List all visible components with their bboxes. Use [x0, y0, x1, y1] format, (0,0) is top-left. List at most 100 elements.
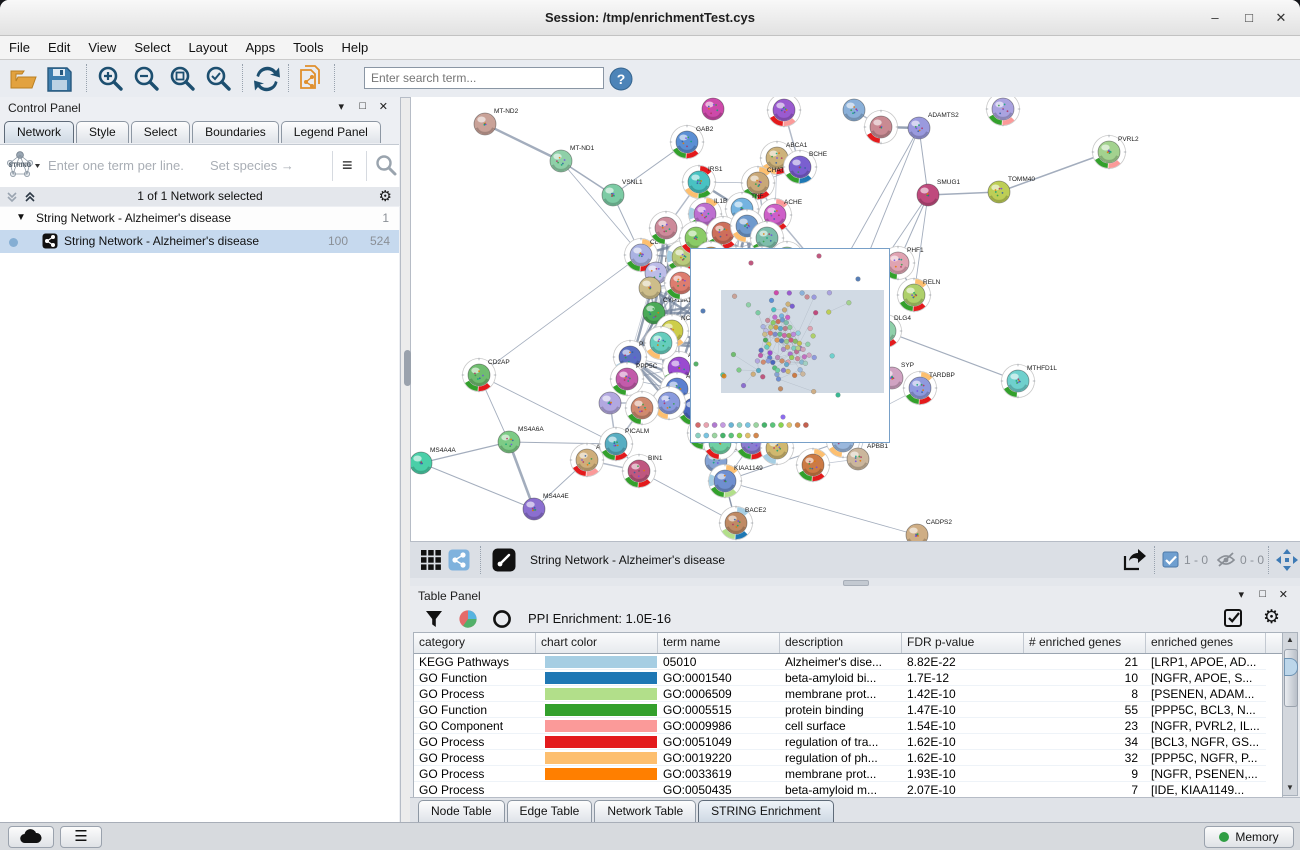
tab-network-table[interactable]: Network Table: [594, 800, 696, 822]
zoom-selected-icon[interactable]: [204, 64, 234, 94]
panel-close-icon[interactable]: ✕: [1279, 588, 1288, 601]
string-options-icon[interactable]: ≡: [342, 155, 353, 176]
network-from-file-icon[interactable]: [296, 64, 326, 94]
network-node[interactable]: [702, 98, 724, 120]
menu-item-help[interactable]: Help: [333, 36, 378, 59]
network-node[interactable]: [986, 97, 1021, 126]
column-header-category[interactable]: category: [414, 633, 536, 653]
network-node[interactable]: [767, 97, 802, 127]
network-node[interactable]: VSNL1: [602, 179, 643, 206]
panel-menu-icon[interactable]: ▾: [338, 100, 344, 113]
panel-close-icon[interactable]: ✕: [379, 100, 388, 113]
filter-icon[interactable]: [424, 609, 444, 629]
network-node[interactable]: [843, 99, 865, 121]
network-collection-row[interactable]: ▼ String Network - Alzheimer's disease 1: [0, 207, 399, 231]
scroll-down-arrow[interactable]: ▼: [1283, 781, 1297, 795]
network-node[interactable]: SMUG1: [917, 179, 961, 206]
menu-item-edit[interactable]: Edit: [39, 36, 79, 59]
network-node[interactable]: MT-ND2: [474, 108, 519, 135]
panel-float-icon[interactable]: □: [1259, 588, 1266, 600]
tab-style[interactable]: Style: [76, 121, 129, 143]
network-node[interactable]: [599, 392, 621, 414]
zoom-out-icon[interactable]: [132, 64, 162, 94]
table-settings-gear-icon[interactable]: ⚙: [1263, 606, 1280, 629]
grid-view-icon[interactable]: [420, 549, 442, 571]
network-node[interactable]: TARDBP: [903, 371, 955, 406]
table-row[interactable]: GO ProcessGO:0006509membrane prot...1.42…: [414, 686, 1282, 702]
network-row-selected[interactable]: String Network - Alzheimer's disease 100…: [0, 230, 399, 253]
task-list-button[interactable]: ☰: [60, 826, 102, 848]
birds-eye-view[interactable]: [690, 248, 890, 443]
column-header-term-name[interactable]: term name: [658, 633, 780, 653]
network-node[interactable]: BIN1: [622, 454, 663, 489]
table-row[interactable]: GO ProcessGO:0033619membrane prot...1.93…: [414, 766, 1282, 782]
hidden-eye-icon[interactable]: [1216, 551, 1236, 569]
table-row[interactable]: GO ProcessGO:0051049regulation of tra...…: [414, 734, 1282, 750]
collapse-all-icon[interactable]: [5, 190, 19, 204]
network-node[interactable]: KIAA1149: [708, 464, 763, 499]
save-session-icon[interactable]: [44, 64, 74, 94]
network-node[interactable]: MS4A6A: [498, 426, 544, 453]
tab-edge-table[interactable]: Edge Table: [507, 800, 593, 822]
tab-boundaries[interactable]: Boundaries: [192, 121, 279, 143]
table-vertical-scrollbar[interactable]: ▲ ▼: [1282, 632, 1298, 796]
table-row[interactable]: KEGG Pathways05010Alzheimer's dise...8.8…: [414, 654, 1282, 670]
refresh-icon[interactable]: [252, 64, 282, 94]
network-node[interactable]: BCHE: [783, 150, 828, 185]
network-node[interactable]: [796, 448, 831, 483]
menu-item-tools[interactable]: Tools: [284, 36, 332, 59]
select-columns-icon[interactable]: [1223, 608, 1244, 629]
table-row[interactable]: GO FunctionGO:0001540beta-amyloid bi...1…: [414, 670, 1282, 686]
menu-item-apps[interactable]: Apps: [237, 36, 285, 59]
network-node[interactable]: RELN: [897, 278, 941, 313]
network-options-gear-icon[interactable]: ⚙: [379, 187, 392, 205]
scrollbar-thumb[interactable]: [1284, 649, 1298, 707]
string-search-placeholder[interactable]: Enter one term per line.: [48, 158, 184, 173]
string-search-icon[interactable]: [374, 153, 398, 177]
expand-all-icon[interactable]: [23, 190, 37, 204]
menu-item-file[interactable]: File: [0, 36, 39, 59]
collection-expand-icon[interactable]: ▼: [16, 206, 26, 229]
column-header-chart-color[interactable]: chart color: [536, 633, 658, 653]
menu-item-select[interactable]: Select: [125, 36, 179, 59]
scroll-up-arrow[interactable]: ▲: [1283, 633, 1297, 647]
string-view-icon[interactable]: [448, 549, 470, 571]
network-node[interactable]: TOMM40: [988, 176, 1035, 203]
set-species-hint[interactable]: Set species →: [210, 158, 294, 173]
string-logo-icon[interactable]: STRING: [4, 150, 40, 182]
tab-string-enrichment[interactable]: STRING Enrichment: [698, 800, 833, 822]
network-node[interactable]: CADPS2: [906, 519, 952, 541]
search-input[interactable]: [364, 67, 604, 89]
horizontal-splitter[interactable]: [410, 578, 1300, 586]
selected-checkbox-icon[interactable]: [1162, 551, 1180, 569]
tab-network[interactable]: Network: [4, 121, 74, 143]
network-node[interactable]: GAB2: [670, 125, 714, 160]
network-node[interactable]: PVRL2: [1092, 135, 1139, 170]
tab-legend-panel[interactable]: Legend Panel: [281, 121, 381, 143]
table-row[interactable]: GO FunctionGO:0005515protein binding1.47…: [414, 702, 1282, 718]
menu-item-view[interactable]: View: [79, 36, 125, 59]
tab-node-table[interactable]: Node Table: [418, 800, 505, 822]
network-node[interactable]: [639, 277, 661, 299]
open-file-icon[interactable]: [8, 64, 38, 94]
zoom-fit-icon[interactable]: [168, 64, 198, 94]
panel-float-icon[interactable]: □: [359, 100, 366, 112]
column-header-description[interactable]: description: [780, 633, 902, 653]
table-row[interactable]: GO ProcessGO:0050435beta-amyloid m...2.0…: [414, 782, 1282, 798]
minimize-button[interactable]: –: [1198, 0, 1232, 35]
birdseye-toggle-icon[interactable]: [1275, 548, 1299, 572]
network-node[interactable]: ADAMTS2: [908, 112, 959, 139]
draw-charts-icon[interactable]: [458, 609, 478, 629]
cloud-tasks-button[interactable]: [8, 826, 54, 848]
export-network-icon[interactable]: [1120, 547, 1146, 573]
memory-button[interactable]: Memory: [1204, 826, 1294, 848]
column-header-fdr-p-value[interactable]: FDR p-value: [902, 633, 1024, 653]
zoom-in-icon[interactable]: [96, 64, 126, 94]
annotation-mode-icon[interactable]: [492, 548, 516, 572]
network-node[interactable]: [864, 110, 899, 145]
maximize-button[interactable]: □: [1232, 0, 1266, 35]
help-icon[interactable]: ?: [608, 66, 638, 96]
menu-item-layout[interactable]: Layout: [179, 36, 236, 59]
column-header-enriched-genes[interactable]: enriched genes: [1146, 633, 1266, 653]
reset-charts-icon[interactable]: [492, 609, 512, 629]
